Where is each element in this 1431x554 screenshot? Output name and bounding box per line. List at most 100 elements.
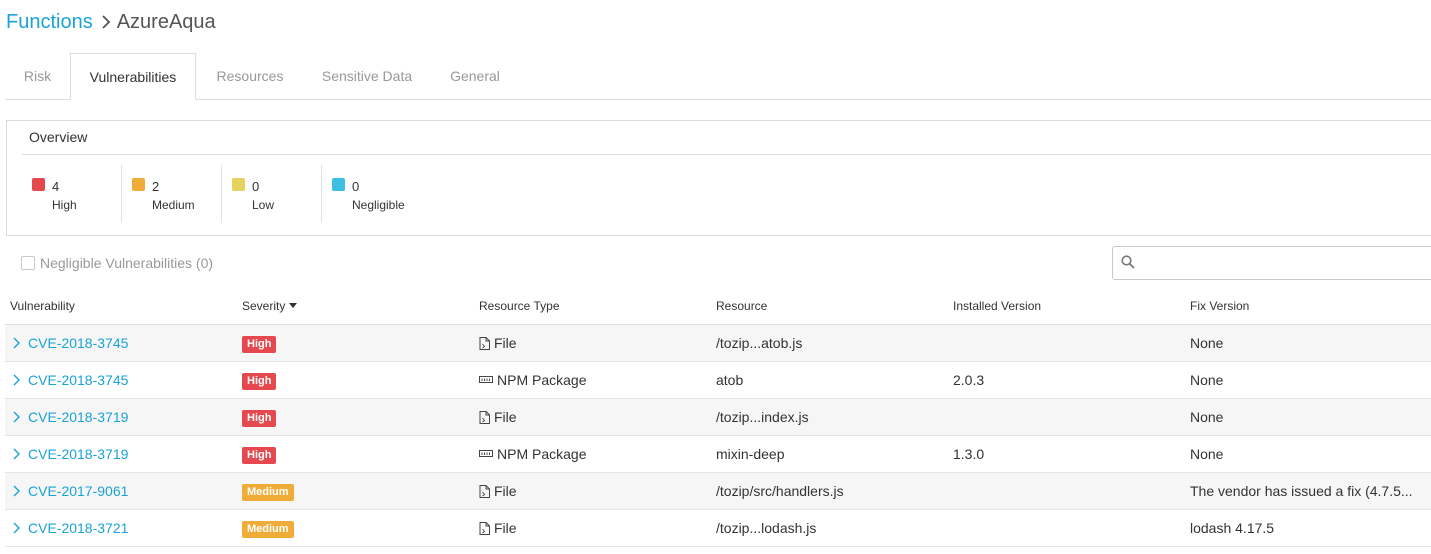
- page-title: AzureAqua: [116, 10, 216, 33]
- count-value: 4: [52, 179, 60, 194]
- column-fix-version[interactable]: Fix Version: [1190, 299, 1431, 313]
- installed-version-cell: 1.3.0: [953, 446, 985, 462]
- column-resource[interactable]: Resource: [716, 299, 953, 313]
- column-severity-label: Severity: [242, 298, 286, 313]
- severity-cell: Medium: [242, 482, 479, 501]
- fix-version-cell: None: [1190, 372, 1224, 388]
- vulnerability-link[interactable]: CVE-2018-3719: [28, 409, 128, 425]
- fix-version-cell: lodash 4.17.5: [1190, 520, 1275, 536]
- resource-cell: mixin-deep: [716, 446, 785, 462]
- resource-type-label: NPM Package: [497, 372, 587, 388]
- expand-chevron-icon[interactable]: [13, 374, 20, 386]
- medium-swatch-icon: [132, 178, 145, 191]
- vulnerability-link[interactable]: CVE-2018-3745: [28, 335, 128, 351]
- count-value: 0: [352, 179, 360, 194]
- expand-chevron-icon[interactable]: [13, 448, 20, 460]
- count-low: 0 Low: [222, 165, 322, 223]
- table-row[interactable]: CVE-2018-3745 High File/tozip...atob.js Non…: [5, 325, 1431, 362]
- chevron-right-icon: [101, 14, 111, 30]
- column-installed-version[interactable]: Installed Version: [953, 299, 1190, 313]
- installed-version-cell: 2.0.3: [953, 372, 985, 388]
- negligible-filter: Negligible Vulnerabilities (0): [21, 255, 213, 271]
- package-icon: [479, 375, 493, 385]
- resource-type-cell: NPM Package: [479, 372, 716, 388]
- severity-badge: High: [242, 446, 277, 464]
- breadcrumb: Functions AzureAqua: [6, 9, 216, 35]
- resource-type-cell: NPM Package: [479, 446, 716, 462]
- resource-type-cell: File: [479, 335, 716, 351]
- vulnerability-link[interactable]: CVE-2018-3721: [28, 520, 128, 536]
- resource-type-label: File: [494, 483, 517, 499]
- file-icon: [479, 521, 490, 535]
- negligible-filter-label[interactable]: Negligible Vulnerabilities (0): [40, 255, 213, 271]
- count-label: Negligible: [352, 198, 405, 212]
- resource-cell: /tozip...atob.js: [716, 335, 803, 351]
- severity-cell: High: [242, 408, 479, 427]
- file-icon: [479, 484, 490, 498]
- vulnerability-cell: CVE-2017-9061: [5, 483, 242, 499]
- table-header: Vulnerability Severity Resource Type Res…: [5, 287, 1431, 325]
- column-resource-type[interactable]: Resource Type: [479, 299, 716, 313]
- severity-cell: High: [242, 334, 479, 353]
- search-box[interactable]: [1112, 246, 1431, 280]
- expand-chevron-icon[interactable]: [13, 337, 20, 349]
- resource-type-cell: File: [479, 520, 716, 536]
- tab-risk[interactable]: Risk: [5, 53, 70, 99]
- resource-type-label: NPM Package: [497, 446, 587, 462]
- resource-type-label: File: [494, 409, 517, 425]
- severity-cell: Medium: [242, 519, 479, 538]
- tab-vulnerabilities[interactable]: Vulnerabilities: [70, 53, 196, 100]
- vulnerability-cell: CVE-2018-3745: [5, 372, 242, 388]
- search-input[interactable]: [1141, 248, 1431, 278]
- search-icon: [1121, 254, 1135, 272]
- file-icon: [479, 410, 490, 424]
- tab-general[interactable]: General: [430, 53, 520, 99]
- table-row[interactable]: CVE-2018-3745 High NPM Package atob 2.0.3 Non…: [5, 362, 1431, 399]
- fix-version-cell: The vendor has issued a fix (4.7.5...: [1190, 483, 1413, 499]
- resource-type-cell: File: [479, 409, 716, 425]
- divider: [22, 154, 1431, 155]
- resource-cell: /tozip/src/handlers.js: [716, 483, 844, 499]
- severity-badge: Medium: [242, 520, 294, 538]
- low-swatch-icon: [232, 178, 245, 191]
- tab-sensitive-data[interactable]: Sensitive Data: [304, 53, 430, 99]
- negligible-checkbox[interactable]: [21, 256, 35, 270]
- negligible-swatch-icon: [332, 178, 345, 191]
- vulnerability-link[interactable]: CVE-2018-3745: [28, 372, 128, 388]
- severity-badge: Medium: [242, 483, 294, 501]
- overview-title: Overview: [29, 129, 88, 145]
- resource-type-label: File: [494, 335, 517, 351]
- table-row[interactable]: CVE-2017-9061 Medium File/tozip/src/handle…: [5, 473, 1431, 510]
- expand-chevron-icon[interactable]: [13, 522, 20, 534]
- table-row[interactable]: CVE-2018-3719 High NPM Package mixin-deep 1.…: [5, 436, 1431, 473]
- vulnerability-link[interactable]: CVE-2018-3719: [28, 446, 128, 462]
- count-negligible: 0 Negligible: [322, 165, 422, 223]
- count-label: High: [52, 198, 77, 212]
- severity-cell: High: [242, 371, 479, 390]
- resource-cell: atob: [716, 372, 744, 388]
- fix-version-cell: None: [1190, 446, 1224, 462]
- vulnerability-cell: CVE-2018-3745: [5, 335, 242, 351]
- vulnerability-cell: CVE-2018-3719: [5, 409, 242, 425]
- severity-badge: High: [242, 335, 277, 353]
- breadcrumb-functions-link[interactable]: Functions: [6, 11, 93, 34]
- count-label: Low: [252, 198, 275, 212]
- column-severity[interactable]: Severity: [242, 299, 479, 313]
- vulnerability-link[interactable]: CVE-2017-9061: [28, 483, 128, 499]
- table-row[interactable]: CVE-2018-3721 Medium File/tozip...lodash.j…: [5, 510, 1431, 547]
- file-icon: [479, 336, 490, 350]
- vulnerability-cell: CVE-2018-3719: [5, 446, 242, 462]
- resource-cell: /tozip...index.js: [716, 409, 809, 425]
- severity-counts: 4 High 2 Medium 0 Low 0 Negligible: [22, 165, 422, 223]
- table-row[interactable]: CVE-2018-3719 High File/tozip...index.js No…: [5, 399, 1431, 436]
- column-vulnerability[interactable]: Vulnerability: [5, 299, 242, 313]
- vulnerability-cell: CVE-2018-3721: [5, 520, 242, 536]
- count-high: 4 High: [22, 165, 122, 223]
- vulnerability-table: Vulnerability Severity Resource Type Res…: [5, 287, 1431, 547]
- expand-chevron-icon[interactable]: [13, 485, 20, 497]
- tab-resources[interactable]: Resources: [196, 53, 304, 99]
- count-value: 0: [252, 179, 260, 194]
- table-body: CVE-2018-3745 High File/tozip...atob.js Non…: [5, 325, 1431, 547]
- expand-chevron-icon[interactable]: [13, 411, 20, 423]
- severity-badge: High: [242, 372, 277, 390]
